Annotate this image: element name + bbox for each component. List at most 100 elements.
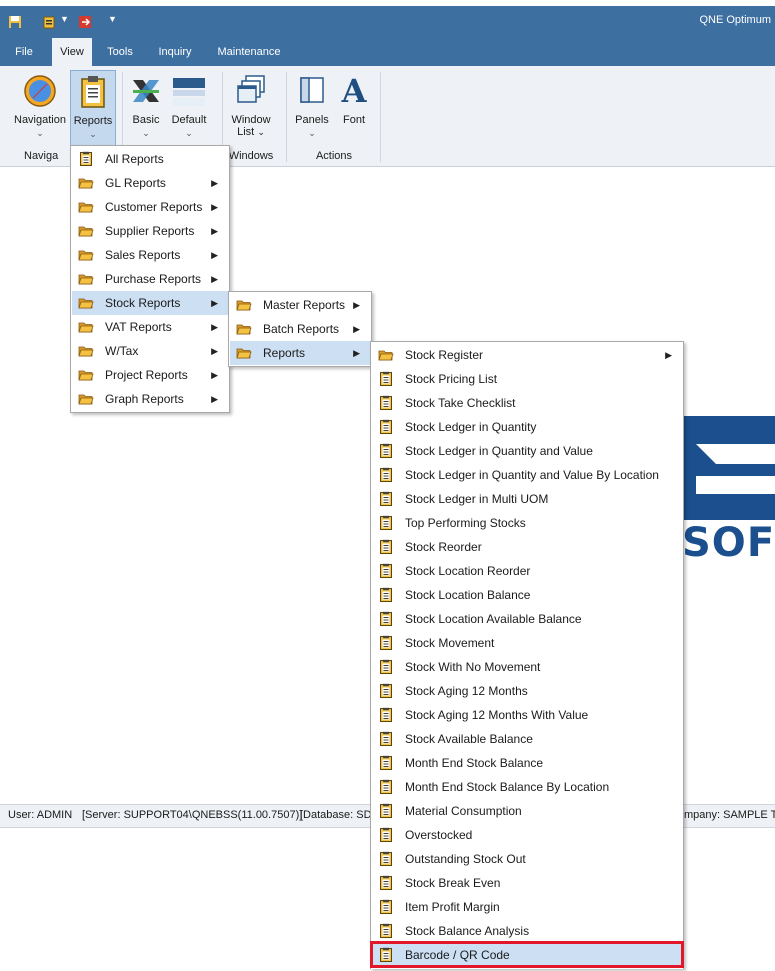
menu-item-month-end-stock-balance[interactable]: Month End Stock Balance — [372, 751, 682, 775]
menu-item-reports[interactable]: Reports ▶ — [230, 341, 370, 365]
menu-item-overstocked[interactable]: Overstocked — [372, 823, 682, 847]
menu-item-label: Material Consumption — [405, 804, 522, 818]
menu-item-month-end-stock-balance-by-location[interactable]: Month End Stock Balance By Location — [372, 775, 682, 799]
menu-item-material-consumption[interactable]: Material Consumption — [372, 799, 682, 823]
menu-item-label: Graph Reports — [105, 392, 184, 406]
report-icon — [78, 151, 94, 167]
menu-item-stock-with-no-movement[interactable]: Stock With No Movement — [372, 655, 682, 679]
folder-icon — [78, 295, 94, 311]
customize-toolbar-icon[interactable]: ▼ — [108, 14, 117, 24]
menu-item-label: Stock Ledger in Multi UOM — [405, 492, 549, 506]
tab-file[interactable]: File — [10, 38, 38, 66]
reports-button[interactable]: Reports ⌄ — [70, 70, 116, 146]
navigation-button[interactable]: Navigation ⌄ — [10, 70, 70, 146]
folder-icon — [236, 297, 252, 313]
report-icon — [378, 659, 394, 675]
menu-item-stock-reorder[interactable]: Stock Reorder — [372, 535, 682, 559]
menu-item-purchase-reports[interactable]: Purchase Reports ▶ — [72, 267, 228, 291]
tab-tools[interactable]: Tools — [102, 38, 138, 66]
highlight-callout — [370, 941, 684, 968]
chevron-down-icon: ⌄ — [36, 128, 44, 138]
menu-item-stock-take-checklist[interactable]: Stock Take Checklist — [372, 391, 682, 415]
window-list-label-2: List ⌄ — [224, 126, 278, 139]
menu-item-project-reports[interactable]: Project Reports ▶ — [72, 363, 228, 387]
submenu-arrow-icon: ▶ — [211, 346, 218, 356]
window-list-button[interactable]: Window List ⌄ — [224, 70, 278, 146]
menu-item-master-reports[interactable]: Master Reports ▶ — [230, 293, 370, 317]
font-icon: A — [341, 72, 367, 110]
report-icon — [378, 779, 394, 795]
menu-item-stock-register[interactable]: Stock Register ▶ — [372, 343, 682, 367]
menu-item-stock-pricing-list[interactable]: Stock Pricing List — [372, 367, 682, 391]
menu-item-label: Stock Pricing List — [405, 372, 498, 386]
menu-item-label: Master Reports — [263, 298, 346, 312]
menu-item-label: Stock Reports — [105, 296, 181, 310]
menu-item-label: Stock Location Available Balance — [405, 612, 582, 626]
menu-item-stock-location-balance[interactable]: Stock Location Balance — [372, 583, 682, 607]
report-icon — [378, 731, 394, 747]
report-icon — [378, 635, 394, 651]
menu-item-gl-reports[interactable]: GL Reports ▶ — [72, 171, 228, 195]
report-icon — [378, 419, 394, 435]
menu-item-customer-reports[interactable]: Customer Reports ▶ — [72, 195, 228, 219]
font-button[interactable]: A Font — [336, 70, 372, 146]
menu-item-label: W/Tax — [105, 344, 139, 358]
folder-icon — [378, 347, 394, 363]
menu-item-outstanding-stock-out[interactable]: Outstanding Stock Out — [372, 847, 682, 871]
menu-item-stock-ledger-in-multi-uom[interactable]: Stock Ledger in Multi UOM — [372, 487, 682, 511]
menu-item-label: Outstanding Stock Out — [405, 852, 526, 866]
folder-icon — [78, 247, 94, 263]
menu-item-top-performing-stocks[interactable]: Top Performing Stocks — [372, 511, 682, 535]
menu-item-stock-reports[interactable]: Stock Reports ▶ — [72, 291, 228, 315]
menu-item-stock-break-even[interactable]: Stock Break Even — [372, 871, 682, 895]
tab-view[interactable]: View — [52, 38, 92, 66]
menu-item-stock-ledger-in-quantity-and-value-by-location[interactable]: Stock Ledger in Quantity and Value By Lo… — [372, 463, 682, 487]
default-layout-icon — [173, 78, 205, 106]
title-bar: ▼ ▼ QNE Optimum — [0, 6, 775, 38]
submenu-arrow-icon: ▶ — [353, 348, 360, 358]
menu-item-label: GL Reports — [105, 176, 166, 190]
menu-item-stock-available-balance[interactable]: Stock Available Balance — [372, 727, 682, 751]
menu-item-stock-aging-12-months-with-value[interactable]: Stock Aging 12 Months With Value — [372, 703, 682, 727]
menu-item-label: Month End Stock Balance By Location — [405, 780, 610, 794]
menu-item-graph-reports[interactable]: Graph Reports ▶ — [72, 387, 228, 411]
menu-item-all-reports[interactable]: All Reports — [72, 147, 228, 171]
basic-button[interactable]: Basic ⌄ — [124, 70, 168, 146]
save-icon[interactable] — [8, 15, 22, 29]
menu-item-stock-location-available-balance[interactable]: Stock Location Available Balance — [372, 607, 682, 631]
clipboard-icon[interactable] — [42, 15, 56, 29]
menu-item-stock-movement[interactable]: Stock Movement — [372, 631, 682, 655]
compass-icon — [24, 75, 56, 107]
report-icon — [378, 851, 394, 867]
menu-item-item-profit-margin[interactable]: Item Profit Margin — [372, 895, 682, 919]
panels-button[interactable]: Panels ⌄ — [292, 70, 332, 146]
menu-item-label: Stock With No Movement — [405, 660, 541, 674]
menu-item-label: VAT Reports — [105, 320, 172, 334]
group-windows-label: Windows — [228, 150, 274, 162]
menu-item-vat-reports[interactable]: VAT Reports ▶ — [72, 315, 228, 339]
report-icon — [378, 875, 394, 891]
menu-item-label: Stock Movement — [405, 636, 495, 650]
menu-item-sales-reports[interactable]: Sales Reports ▶ — [72, 243, 228, 267]
menu-item-w-tax[interactable]: W/Tax ▶ — [72, 339, 228, 363]
report-icon — [378, 467, 394, 483]
menu-item-supplier-reports[interactable]: Supplier Reports ▶ — [72, 219, 228, 243]
tab-inquiry[interactable]: Inquiry — [152, 38, 198, 66]
menu-item-stock-ledger-in-quantity-and-value[interactable]: Stock Ledger in Quantity and Value — [372, 439, 682, 463]
exit-icon[interactable] — [78, 15, 92, 29]
report-icon — [378, 563, 394, 579]
report-icon — [378, 755, 394, 771]
default-button[interactable]: Default ⌄ — [168, 70, 210, 146]
menu-item-stock-balance-analysis[interactable]: Stock Balance Analysis — [372, 919, 682, 943]
menu-item-stock-ledger-in-quantity[interactable]: Stock Ledger in Quantity — [372, 415, 682, 439]
chevron-down-icon[interactable]: ▼ — [60, 14, 69, 24]
menu-item-stock-aging-12-months[interactable]: Stock Aging 12 Months — [372, 679, 682, 703]
menu-item-stock-location-reorder[interactable]: Stock Location Reorder — [372, 559, 682, 583]
submenu-arrow-icon: ▶ — [211, 322, 218, 332]
tab-maintenance[interactable]: Maintenance — [212, 38, 286, 66]
menu-item-label: Top Performing Stocks — [405, 516, 526, 530]
menu-item-label: Stock Break Even — [405, 876, 501, 890]
folder-icon — [78, 175, 94, 191]
menu-item-batch-reports[interactable]: Batch Reports ▶ — [230, 317, 370, 341]
group-divider — [286, 72, 287, 162]
